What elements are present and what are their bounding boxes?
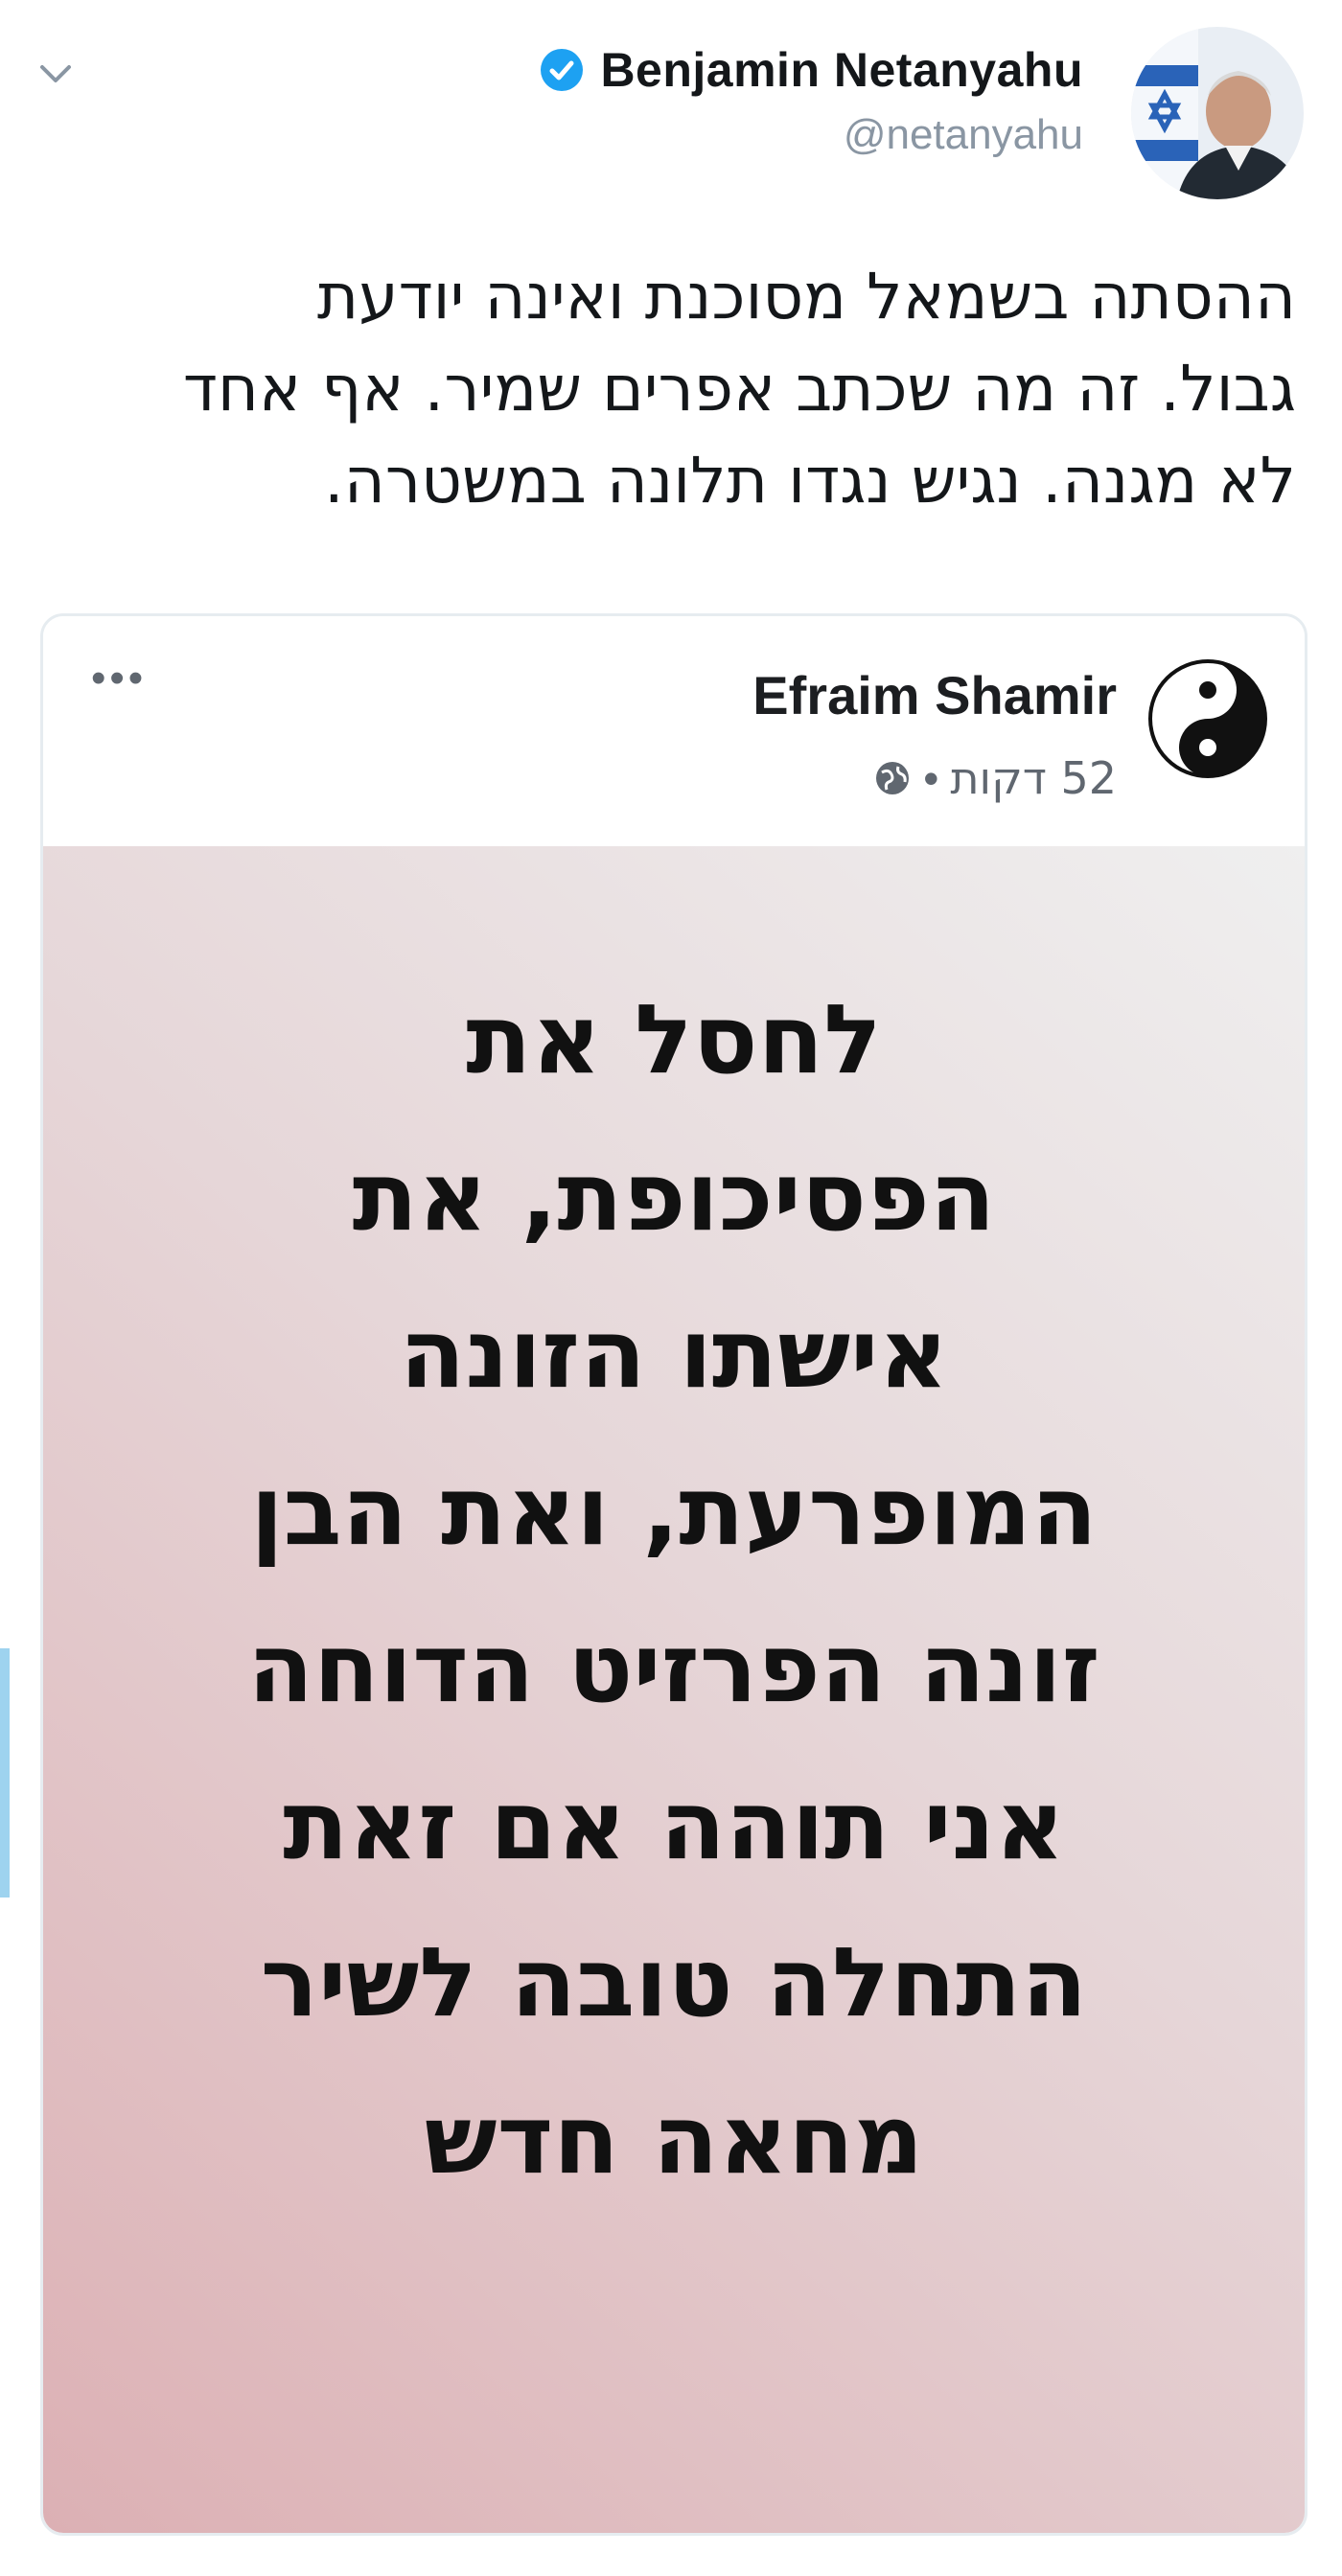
author-name-row: Benjamin Netanyahu	[539, 42, 1083, 98]
embedded-post-time[interactable]: 52 דקות	[950, 752, 1117, 804]
tweet-text-line: לא מגנה. נגיש נגדו תלונה במשטרה.	[323, 444, 1296, 518]
more-dots-icon[interactable]: •••	[91, 657, 147, 700]
tweet-text: ההסתה בשמאל מסוכנת ואינה יודעת גבול. זה …	[50, 251, 1296, 527]
embedded-post-header: Efraim Shamir • 52 דקות •••	[43, 616, 1305, 846]
post-text-line: אני תוהה אם זאת	[283, 1769, 1065, 1881]
side-accent-bar	[0, 1648, 10, 1898]
avatar[interactable]	[1131, 27, 1304, 199]
embedded-post-text: לחסל את הפסיכופת, את אישתו הזונה המופרעת…	[101, 961, 1247, 2219]
embedded-post-card[interactable]: Efraim Shamir • 52 דקות ••• לחסל את הפסי…	[40, 613, 1307, 2536]
author-handle[interactable]: @netanyahu	[539, 111, 1083, 159]
tweet-page: Benjamin Netanyahu @netanyahu ההסתה בשמא…	[0, 0, 1342, 2576]
meta-separator: •	[923, 753, 939, 803]
post-text-line: המופרעת, ואת הבן	[250, 1455, 1098, 1567]
post-text-line: לחסל את	[466, 983, 882, 1095]
tweet-author[interactable]: Benjamin Netanyahu @netanyahu	[539, 42, 1083, 159]
post-text-line: הפסיכופת, את	[352, 1140, 996, 1253]
embedded-post-meta: • 52 דקות	[873, 752, 1117, 804]
verified-badge-icon	[541, 49, 584, 91]
author-display-name[interactable]: Benjamin Netanyahu	[600, 42, 1083, 98]
post-text-line: אישתו הזונה	[399, 1298, 949, 1410]
yin-yang-icon[interactable]	[1145, 656, 1270, 781]
tweet-text-line: גבול. זה מה שכתב אפרים שמיר. אף אחד	[182, 352, 1296, 426]
embedded-post-author[interactable]: Efraim Shamir	[752, 664, 1117, 726]
post-text-line: זונה הפרזיט הדוחה	[247, 1612, 1100, 1724]
post-text-line: מחאה חדש	[424, 2083, 924, 2196]
avatar-portrait	[1131, 27, 1304, 199]
tweet-text-line: ההסתה בשמאל מסוכנת ואינה יודעת	[316, 260, 1296, 334]
globe-icon	[876, 762, 910, 794]
post-text-line: התחלה טובה לשיר	[260, 1926, 1088, 2038]
chevron-down-icon[interactable]	[36, 59, 75, 88]
